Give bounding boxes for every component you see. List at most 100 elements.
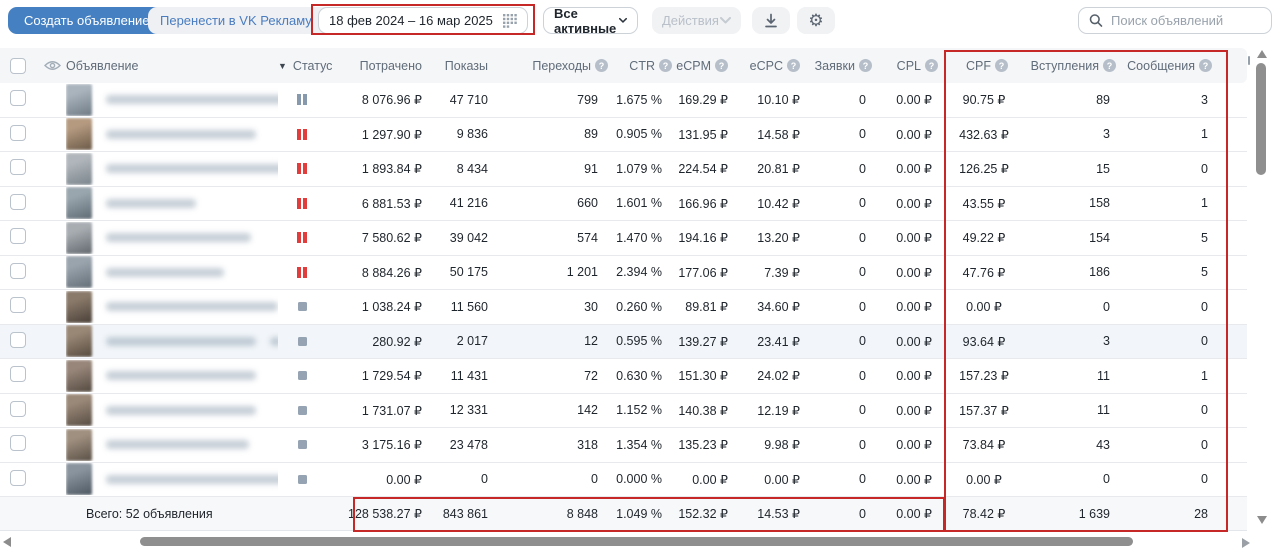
- ad-thumbnail: [66, 153, 92, 185]
- status-icon: [298, 302, 307, 311]
- ad-name-cell[interactable]: [66, 84, 278, 116]
- date-range-picker[interactable]: 18 фев 2024 – 16 мар 2025: [318, 7, 528, 34]
- status-icon: [297, 198, 301, 209]
- ecpc-cell: 10.42 ₽: [746, 196, 818, 211]
- column-header-cpf[interactable]: CPF?: [944, 59, 1030, 73]
- ctr-cell: 0.905 %: [608, 127, 672, 141]
- column-header-ctr[interactable]: CTR?: [608, 59, 672, 73]
- row-checkbox[interactable]: [10, 194, 26, 210]
- search-field[interactable]: [1078, 7, 1272, 34]
- help-icon[interactable]: ?: [595, 59, 608, 72]
- table-row[interactable]: 1 297.90 ₽ 9 836 89 0.905 % 131.95 ₽ 14.…: [0, 118, 1247, 153]
- messages-cell: 1: [1122, 196, 1214, 210]
- column-header-ecpc[interactable]: eCPC?: [746, 59, 818, 73]
- transfer-button-label: Перенести в VK Рекламу: [160, 13, 312, 28]
- column-header-spent[interactable]: Потрачено: [326, 59, 428, 73]
- hscroll-right-arrow[interactable]: [1242, 538, 1250, 548]
- select-all-checkbox[interactable]: [10, 58, 26, 74]
- ad-name-cell[interactable]: [66, 153, 278, 185]
- ad-name-cell[interactable]: [66, 360, 278, 392]
- export-download-button[interactable]: [752, 7, 790, 34]
- column-header-ecpm[interactable]: eCPM?: [672, 59, 746, 73]
- table-row[interactable]: 8 076.96 ₽ 47 710 799 1.675 % 169.29 ₽ 1…: [0, 83, 1247, 118]
- table-row[interactable]: 0.00 ₽ 0 0 0.000 % 0.00 ₽ 0.00 ₽ 0 0.00 …: [0, 463, 1247, 498]
- horizontal-scrollbar[interactable]: [140, 537, 1133, 546]
- cpl-cell: 0.00 ₽: [884, 230, 944, 245]
- visibility-column-header[interactable]: [38, 60, 66, 71]
- vertical-scrollbar[interactable]: [1256, 63, 1266, 175]
- sort-triangle-icon: ▼: [278, 61, 287, 71]
- column-header-cpl[interactable]: CPL?: [884, 59, 944, 73]
- column-header-messages[interactable]: Сообщения?: [1122, 59, 1214, 73]
- total-leads: 0: [818, 507, 884, 521]
- table-row[interactable]: 3 175.16 ₽ 23 478 318 1.354 % 135.23 ₽ 9…: [0, 428, 1247, 463]
- ad-name-blurred: [106, 268, 224, 277]
- ad-name-cell[interactable]: [66, 325, 278, 357]
- table-row[interactable]: 7 580.62 ₽ 39 042 574 1.470 % 194.16 ₽ 1…: [0, 221, 1247, 256]
- row-checkbox[interactable]: [10, 228, 26, 244]
- column-header-shows[interactable]: Показы: [428, 59, 490, 73]
- ad-name-cell[interactable]: [66, 222, 278, 254]
- help-icon[interactable]: ?: [787, 59, 800, 72]
- spent-cell: 0.00 ₽: [326, 472, 428, 487]
- row-checkbox[interactable]: [10, 263, 26, 279]
- column-settings-button[interactable]: ⚙: [797, 7, 835, 34]
- messages-cell: 0: [1122, 472, 1214, 486]
- search-input[interactable]: [1111, 13, 1261, 28]
- row-checkbox[interactable]: [10, 90, 26, 106]
- help-icon[interactable]: ?: [995, 59, 1008, 72]
- column-header-leads[interactable]: Заявки?: [818, 59, 884, 73]
- transfer-to-vk-ads-button[interactable]: Перенести в VK Рекламу ?: [148, 7, 344, 34]
- row-checkbox[interactable]: [10, 125, 26, 141]
- download-icon: [764, 13, 778, 28]
- column-header-status[interactable]: ▼Статус: [278, 59, 326, 73]
- table-row[interactable]: 1 731.07 ₽ 12 331 142 1.152 % 140.38 ₽ 1…: [0, 394, 1247, 429]
- total-shows: 843 861: [428, 507, 490, 521]
- help-icon[interactable]: ?: [1103, 59, 1116, 72]
- column-header-clicks[interactable]: Переходы?: [490, 59, 608, 73]
- totals-label: Всего: 52 объявления: [0, 507, 278, 521]
- hscroll-left-arrow[interactable]: [3, 537, 11, 547]
- ad-name-cell[interactable]: [66, 256, 278, 288]
- row-checkbox[interactable]: [10, 366, 26, 382]
- row-checkbox[interactable]: [10, 435, 26, 451]
- help-icon[interactable]: ?: [715, 59, 728, 72]
- messages-cell: 1: [1122, 369, 1214, 383]
- ad-name-cell[interactable]: [66, 463, 278, 495]
- row-checkbox[interactable]: [10, 401, 26, 417]
- table-row[interactable]: 1 729.54 ₽ 11 431 72 0.630 % 151.30 ₽ 24…: [0, 359, 1247, 394]
- shows-cell: 8 434: [428, 162, 490, 176]
- create-ad-button[interactable]: Создать объявление: [8, 7, 166, 34]
- status-filter-select[interactable]: Все активные: [543, 7, 638, 34]
- table-row[interactable]: 280.92 ₽ 2 017 12 0.595 % 139.27 ₽ 23.41…: [0, 325, 1247, 360]
- help-icon[interactable]: ?: [859, 59, 872, 72]
- table-row[interactable]: 1 893.84 ₽ 8 434 91 1.079 % 224.54 ₽ 20.…: [0, 152, 1247, 187]
- ecpm-cell: 131.95 ₽: [672, 127, 746, 142]
- ad-name-cell[interactable]: [66, 118, 278, 150]
- help-icon[interactable]: ?: [925, 59, 938, 72]
- column-header-joins[interactable]: Вступления?: [1030, 59, 1122, 73]
- help-icon[interactable]: ?: [659, 59, 672, 72]
- row-checkbox[interactable]: [10, 470, 26, 486]
- ecpc-cell: 23.41 ₽: [746, 334, 818, 349]
- ad-name-cell[interactable]: [66, 291, 278, 323]
- ad-name-cell[interactable]: [66, 187, 278, 219]
- help-icon[interactable]: ?: [1199, 59, 1212, 72]
- row-checkbox[interactable]: [10, 297, 26, 313]
- table-row[interactable]: 8 884.26 ₽ 50 175 1 201 2.394 % 177.06 ₽…: [0, 256, 1247, 291]
- table-row[interactable]: 1 038.24 ₽ 11 560 30 0.260 % 89.81 ₽ 34.…: [0, 290, 1247, 325]
- cpl-cell: 0.00 ₽: [884, 368, 944, 383]
- ad-thumbnail: [66, 187, 92, 219]
- vscroll-down-arrow[interactable]: [1257, 516, 1267, 524]
- table-row[interactable]: 6 881.53 ₽ 41 216 660 1.601 % 166.96 ₽ 1…: [0, 187, 1247, 222]
- ctr-cell: 1.675 %: [608, 93, 672, 107]
- row-checkbox[interactable]: [10, 159, 26, 175]
- row-checkbox[interactable]: [10, 332, 26, 348]
- messages-cell: 3: [1122, 93, 1214, 107]
- ads-table: Объявление ▼Статус Потрачено Показы Пере…: [0, 48, 1247, 531]
- vscroll-up-arrow[interactable]: [1257, 50, 1267, 58]
- column-header-name[interactable]: Объявление: [66, 59, 278, 73]
- ad-name-cell[interactable]: [66, 429, 278, 461]
- cpf-cell: 43.55 ₽: [944, 196, 1030, 211]
- ad-name-cell[interactable]: [66, 394, 278, 426]
